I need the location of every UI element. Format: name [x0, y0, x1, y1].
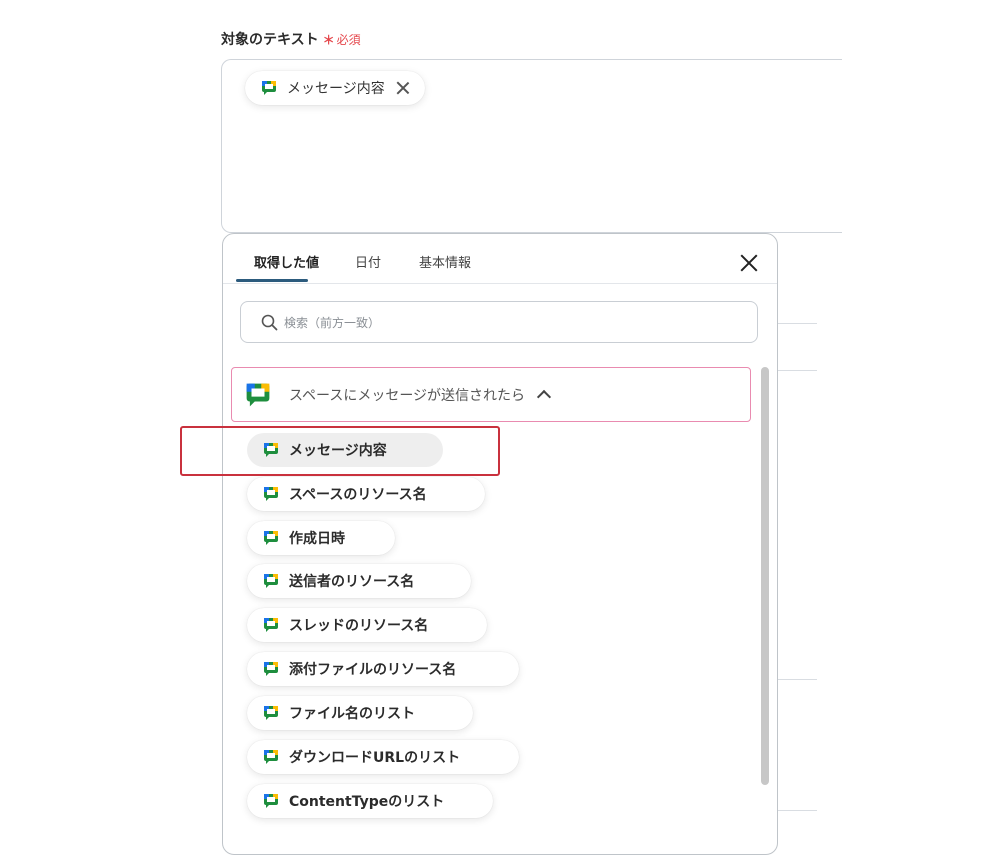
google-chat-icon [262, 81, 276, 95]
background-divider [777, 679, 817, 680]
list-item-label: スペースのリソース名 [289, 487, 427, 503]
google-chat-icon [264, 531, 278, 545]
list-item[interactable]: 送信者のリソース名 [247, 564, 471, 598]
search-icon [261, 314, 278, 330]
background-divider [777, 810, 817, 811]
chip-label: メッセージ内容 [287, 81, 385, 97]
list-item[interactable]: スペースのリソース名 [247, 477, 485, 511]
google-chat-icon [246, 383, 270, 406]
tab-date[interactable]: 日付 [355, 252, 381, 271]
scrollbar[interactable] [761, 367, 769, 785]
google-chat-icon [264, 618, 278, 632]
required-asterisk: ＊ [322, 33, 335, 47]
selected-variable-chip[interactable]: メッセージ内容 [245, 71, 425, 105]
list-item-label: 送信者のリソース名 [289, 574, 415, 590]
list-item[interactable]: ダウンロードURLのリスト [247, 740, 519, 774]
google-chat-icon [264, 487, 278, 501]
active-tab-indicator [236, 279, 308, 282]
remove-chip-icon[interactable] [395, 80, 411, 96]
tab-bar: 取得した値 日付 基本情報 [223, 234, 777, 284]
required-text: 必須 [336, 33, 361, 47]
trigger-group-header[interactable]: スペースにメッセージが送信されたら [231, 367, 751, 422]
list-item-label: 作成日時 [289, 531, 345, 547]
list-item[interactable]: 作成日時 [247, 521, 395, 555]
field-label: 対象のテキスト＊必須 [221, 29, 361, 49]
google-chat-icon [264, 574, 278, 588]
list-item[interactable]: 添付ファイルのリソース名 [247, 652, 519, 686]
search-input[interactable]: 検索（前方一致） [240, 301, 758, 343]
google-chat-icon [264, 662, 278, 676]
chevron-up-icon [536, 389, 552, 404]
required-indicator: ＊必須 [323, 33, 361, 47]
list-item-label: ファイル名のリスト [289, 706, 415, 722]
list-item[interactable]: ContentTypeのリスト [247, 784, 493, 818]
highlight-annotation [180, 426, 500, 476]
list-item[interactable]: スレッドのリソース名 [247, 608, 487, 642]
field-label-text: 対象のテキスト [221, 32, 319, 48]
tab-basic-info[interactable]: 基本情報 [419, 252, 471, 271]
list-item-label: ContentTypeのリスト [289, 794, 445, 810]
group-label: スペースにメッセージが送信されたら [289, 387, 526, 404]
search-placeholder: 検索（前方一致） [284, 315, 381, 330]
list-item-label: 添付ファイルのリソース名 [289, 662, 457, 678]
google-chat-icon [264, 750, 278, 764]
google-chat-icon [264, 706, 278, 720]
google-chat-icon [264, 794, 278, 808]
close-icon[interactable] [738, 252, 760, 274]
list-item[interactable]: ファイル名のリスト [247, 696, 473, 730]
background-divider [777, 323, 817, 324]
list-item-label: スレッドのリソース名 [289, 618, 429, 634]
background-divider [777, 370, 817, 371]
list-item-label: ダウンロードURLのリスト [289, 750, 461, 766]
tab-acquired-values[interactable]: 取得した値 [254, 252, 319, 271]
